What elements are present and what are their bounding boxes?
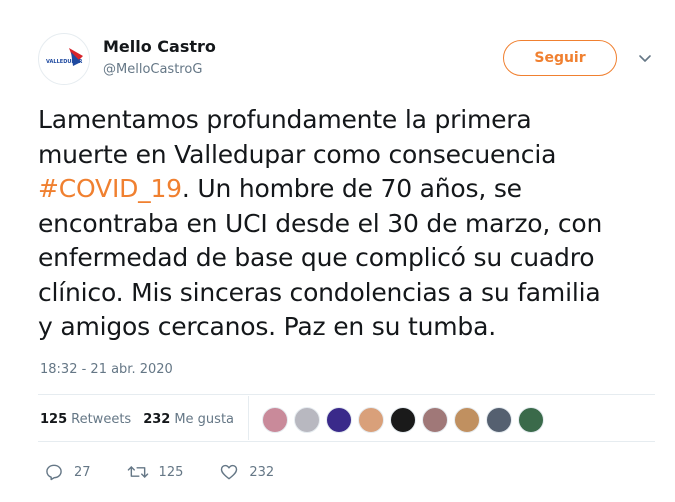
liker-avatar[interactable] <box>422 407 448 433</box>
liker-avatar[interactable] <box>326 407 352 433</box>
divider <box>38 441 655 442</box>
chevron-down-icon[interactable] <box>636 50 654 68</box>
liker-avatar[interactable] <box>390 407 416 433</box>
retweets-label: Retweets <box>71 412 132 427</box>
tweet-line: Lamentamos profundamente la primera <box>38 105 532 134</box>
retweet-count: 125 <box>158 464 184 480</box>
retweets-stat[interactable]: 125 Retweets <box>40 412 131 427</box>
reply-count: 27 <box>74 464 91 480</box>
reply-icon <box>46 464 62 481</box>
liker-avatars <box>262 407 550 433</box>
tweet-line: encontraba en UCI desde el 30 de marzo, … <box>38 208 603 238</box>
tweet-actions: 27 125 232 <box>44 462 310 482</box>
tweet-line-text: . Un hombre de 70 años, se <box>181 174 522 203</box>
tweet-line: clínico. Mis sinceras condolencias a su … <box>38 277 601 307</box>
retweet-button[interactable]: 125 <box>127 462 184 482</box>
liker-avatar[interactable] <box>358 407 384 433</box>
heart-icon <box>221 464 238 480</box>
stats-separator <box>248 396 249 440</box>
likes-label: Me gusta <box>174 412 235 427</box>
like-button[interactable]: 232 <box>219 462 274 482</box>
liker-avatar[interactable] <box>486 407 512 433</box>
tweet-stats: 125 Retweets 232 Me gusta <box>40 412 246 427</box>
like-count: 232 <box>249 464 275 480</box>
likes-stat[interactable]: 232 Me gusta <box>143 412 234 427</box>
likes-count: 232 <box>143 412 171 427</box>
tweet-timestamp[interactable]: 18:32 - 21 abr. 2020 <box>40 362 173 377</box>
retweet-icon <box>127 466 148 478</box>
liker-avatar[interactable] <box>454 407 480 433</box>
author-handle[interactable]: @MelloCastroG <box>103 62 202 77</box>
reply-button[interactable]: 27 <box>44 462 91 482</box>
tweet-line: enfermedad de base que complicó su cuadr… <box>38 243 595 272</box>
divider <box>38 394 655 395</box>
follow-button[interactable]: Seguir <box>503 40 617 76</box>
liker-avatar[interactable] <box>294 407 320 433</box>
svg-text:VALLEDUPAR: VALLEDUPAR <box>46 59 82 65</box>
author-avatar[interactable]: VALLEDUPAR <box>38 33 90 85</box>
tweet-line: #COVID_19. Un hombre de 70 años, se <box>38 172 658 207</box>
tweet-text: Lamentamos profundamente la primera muer… <box>38 103 658 345</box>
tweet-line: y amigos cercanos. Paz en su tumba. <box>38 312 496 341</box>
hashtag-link[interactable]: #COVID_19 <box>38 174 182 203</box>
author-name[interactable]: Mello Castro <box>103 37 216 56</box>
liker-avatar[interactable] <box>262 407 288 433</box>
tweet-line: muerte en Valledupar como consecuencia <box>38 139 557 169</box>
liker-avatar[interactable] <box>518 407 544 433</box>
retweets-count: 125 <box>40 412 68 427</box>
